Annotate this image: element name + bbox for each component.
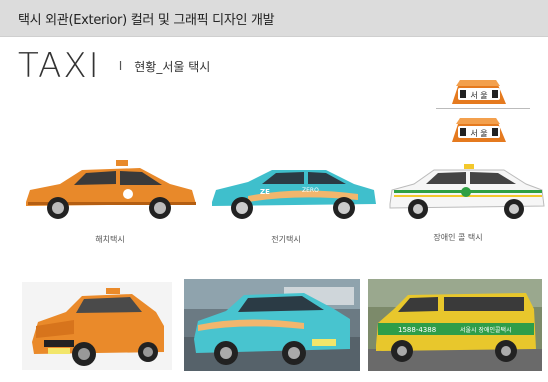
divider-line: [436, 108, 530, 109]
car-caption: 전기택시: [271, 235, 301, 244]
car-disability-taxi: [386, 162, 546, 222]
roof-sign-label: 서 울: [470, 91, 487, 100]
ev-logo-right: ZERO: [302, 187, 319, 194]
section-heading: TAXI I 현황_서울 택시: [18, 46, 210, 86]
ev-logo-left: ZE: [260, 188, 270, 196]
car-caption: 장애인 콜 택시: [433, 233, 483, 242]
roof-sign-top: 서 울: [446, 76, 510, 106]
car-electric-taxi: ZE ZERO: [208, 160, 378, 222]
car-hatch-taxi: [20, 158, 200, 222]
heading-separator: I: [118, 59, 123, 73]
header-title: 택시 외관(Exterior) 컬러 및 그래픽 디자인 개발: [18, 12, 275, 28]
page-header: 택시 외관(Exterior) 컬러 및 그래픽 디자인 개발: [0, 0, 548, 37]
photo-disability-van: 1588-4388 서울시 장애인콜택시: [368, 279, 542, 371]
heading-title: TAXI: [18, 46, 101, 86]
van-brand: 서울시 장애인콜택시: [460, 326, 512, 334]
van-phone: 1588-4388: [398, 326, 436, 334]
photo-electric-taxi: [184, 279, 360, 371]
heading-subtitle: 현황_서울 택시: [134, 59, 211, 74]
car-caption: 해치택시: [95, 235, 125, 244]
roof-sign-bottom: 서 울: [446, 114, 510, 144]
roof-sign-label: 서 울: [470, 129, 487, 138]
photo-orange-taxi: [22, 282, 172, 370]
